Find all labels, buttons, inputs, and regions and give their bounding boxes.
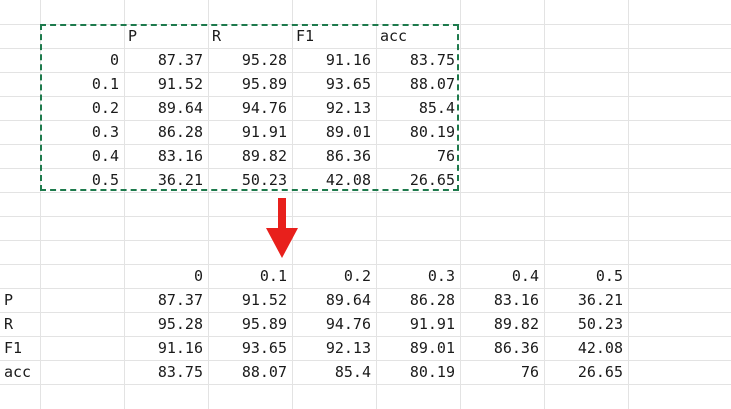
source-row-label-cell[interactable]: 0.3 bbox=[40, 120, 124, 144]
transposed-value-cell[interactable]: 76 bbox=[460, 360, 544, 384]
source-value-cell[interactable]: 89.64 bbox=[124, 96, 208, 120]
source-row-label-cell[interactable]: 0.5 bbox=[40, 168, 124, 192]
transposed-value-cell[interactable]: 85.4 bbox=[292, 360, 376, 384]
source-row-label-cell[interactable]: 0.2 bbox=[40, 96, 124, 120]
transposed-header-cell[interactable]: 0.3 bbox=[376, 264, 460, 288]
transposed-value-cell[interactable]: 89.82 bbox=[460, 312, 544, 336]
source-value-cell[interactable]: 83.16 bbox=[124, 144, 208, 168]
transposed-value-cell[interactable]: 26.65 bbox=[544, 360, 628, 384]
source-header-cell[interactable]: P bbox=[124, 24, 208, 48]
transposed-row-label-cell[interactable]: R bbox=[0, 312, 40, 336]
source-value-cell[interactable]: 95.28 bbox=[208, 48, 292, 72]
source-header-cell[interactable]: F1 bbox=[292, 24, 376, 48]
source-value-cell[interactable]: 89.82 bbox=[208, 144, 292, 168]
source-value-cell[interactable]: 92.13 bbox=[292, 96, 376, 120]
transposed-value-cell[interactable]: 83.16 bbox=[460, 288, 544, 312]
transposed-header-cell[interactable]: 0.2 bbox=[292, 264, 376, 288]
spreadsheet-grid[interactable]: P R F1 acc 0 87.37 95.28 91.16 83.75 0.1 91.52 95.8… bbox=[0, 0, 731, 409]
transposed-header-cell[interactable]: 0.4 bbox=[460, 264, 544, 288]
source-value-cell[interactable]: 76 bbox=[376, 144, 460, 168]
transposed-header-cell[interactable]: 0 bbox=[124, 264, 208, 288]
transposed-value-cell[interactable]: 89.64 bbox=[292, 288, 376, 312]
source-value-cell[interactable]: 86.36 bbox=[292, 144, 376, 168]
gridline-row-9 bbox=[0, 216, 731, 217]
source-value-cell[interactable]: 85.4 bbox=[376, 96, 460, 120]
transposed-value-cell[interactable]: 91.91 bbox=[376, 312, 460, 336]
transposed-value-cell[interactable]: 94.76 bbox=[292, 312, 376, 336]
source-value-cell[interactable]: 91.52 bbox=[124, 72, 208, 96]
gridline-column-8 bbox=[628, 0, 629, 409]
source-row-label-cell[interactable]: 0.1 bbox=[40, 72, 124, 96]
source-value-cell[interactable]: 86.28 bbox=[124, 120, 208, 144]
down-arrow-shape bbox=[266, 198, 298, 258]
source-value-cell[interactable]: 93.65 bbox=[292, 72, 376, 96]
transposed-value-cell[interactable]: 42.08 bbox=[544, 336, 628, 360]
source-header-cell[interactable]: acc bbox=[376, 24, 460, 48]
transposed-value-cell[interactable]: 91.16 bbox=[124, 336, 208, 360]
source-header-cell[interactable]: R bbox=[208, 24, 292, 48]
source-value-cell[interactable]: 50.23 bbox=[208, 168, 292, 192]
source-value-cell[interactable]: 42.08 bbox=[292, 168, 376, 192]
transposed-value-cell[interactable]: 92.13 bbox=[292, 336, 376, 360]
transposed-row-label-cell[interactable]: P bbox=[0, 288, 40, 312]
transposed-value-cell[interactable]: 93.65 bbox=[208, 336, 292, 360]
source-value-cell[interactable]: 95.89 bbox=[208, 72, 292, 96]
source-value-cell[interactable]: 87.37 bbox=[124, 48, 208, 72]
source-value-cell[interactable]: 80.19 bbox=[376, 120, 460, 144]
transposed-value-cell[interactable]: 50.23 bbox=[544, 312, 628, 336]
gridline-row-8 bbox=[0, 192, 731, 193]
transposed-header-cell[interactable]: 0.1 bbox=[208, 264, 292, 288]
source-value-cell[interactable]: 36.21 bbox=[124, 168, 208, 192]
transposed-row-label-cell[interactable]: F1 bbox=[0, 336, 40, 360]
gridline-row-16 bbox=[0, 384, 731, 385]
transposed-value-cell[interactable]: 91.52 bbox=[208, 288, 292, 312]
transposed-header-cell[interactable]: 0.5 bbox=[544, 264, 628, 288]
source-value-cell[interactable]: 26.65 bbox=[376, 168, 460, 192]
transposed-value-cell[interactable]: 95.89 bbox=[208, 312, 292, 336]
transposed-value-cell[interactable]: 36.21 bbox=[544, 288, 628, 312]
transposed-row-label-cell[interactable]: acc bbox=[0, 360, 40, 384]
transposed-value-cell[interactable]: 86.36 bbox=[460, 336, 544, 360]
transposed-value-cell[interactable]: 95.28 bbox=[124, 312, 208, 336]
source-row-label-cell[interactable]: 0.4 bbox=[40, 144, 124, 168]
transposed-value-cell[interactable]: 87.37 bbox=[124, 288, 208, 312]
down-arrow-icon bbox=[266, 198, 298, 258]
transposed-value-cell[interactable]: 83.75 bbox=[124, 360, 208, 384]
source-value-cell[interactable]: 91.91 bbox=[208, 120, 292, 144]
source-row-label-cell[interactable]: 0 bbox=[40, 48, 124, 72]
transposed-value-cell[interactable]: 80.19 bbox=[376, 360, 460, 384]
transposed-value-cell[interactable]: 89.01 bbox=[376, 336, 460, 360]
transposed-value-cell[interactable]: 86.28 bbox=[376, 288, 460, 312]
source-value-cell[interactable]: 94.76 bbox=[208, 96, 292, 120]
source-value-cell[interactable]: 89.01 bbox=[292, 120, 376, 144]
source-value-cell[interactable]: 83.75 bbox=[376, 48, 460, 72]
transposed-value-cell[interactable]: 88.07 bbox=[208, 360, 292, 384]
source-value-cell[interactable]: 91.16 bbox=[292, 48, 376, 72]
gridline-row-10 bbox=[0, 240, 731, 241]
source-value-cell[interactable]: 88.07 bbox=[376, 72, 460, 96]
